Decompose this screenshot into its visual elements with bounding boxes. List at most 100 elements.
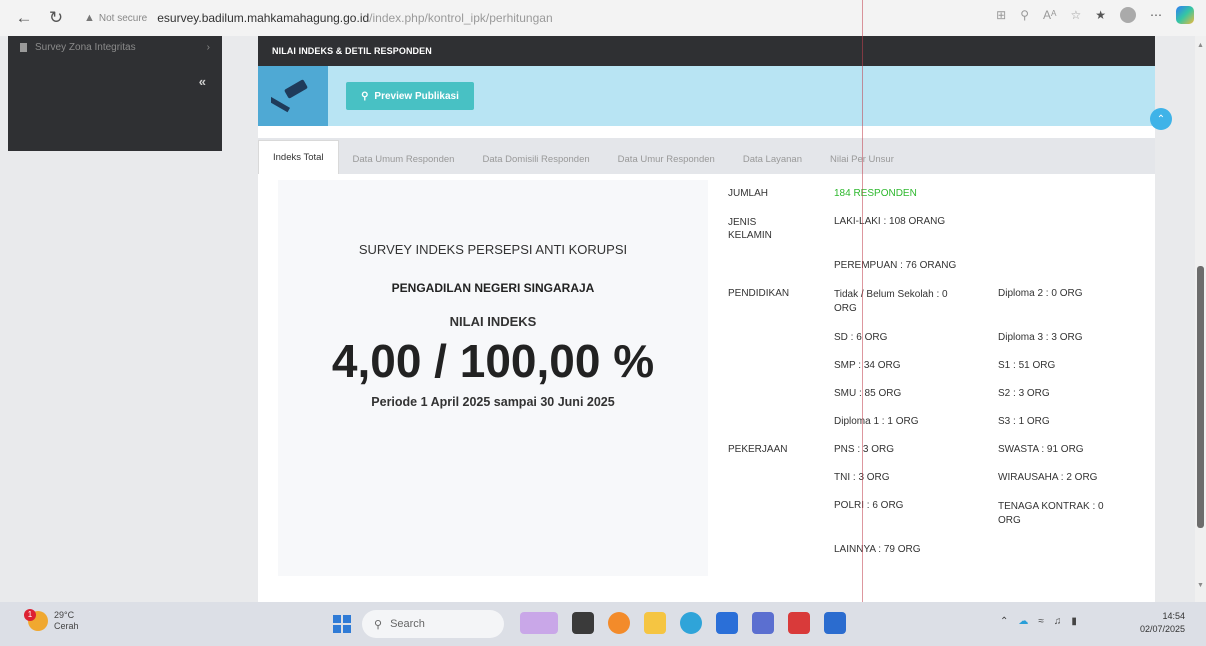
favorite-star-icon[interactable]: ☆ (1070, 8, 1081, 22)
chevron-right-icon: › (206, 42, 210, 53)
read-aloud-icon[interactable]: Aᴬ (1043, 8, 1056, 22)
pinned-apps (520, 612, 846, 634)
pendidikan-item: SMU : 85 ORG (834, 388, 902, 399)
file-explorer-icon[interactable] (644, 612, 666, 634)
publication-banner: ⚲ Preview Publikasi (258, 66, 1155, 126)
system-clock[interactable]: 14:54 02/07/2025 (1140, 610, 1185, 636)
store-icon[interactable] (716, 612, 738, 634)
pekerjaan-item: SWASTA : 91 ORG (998, 444, 1084, 455)
browser-toolbar: ← ↻ ▲ Not secure esurvey.badilum.mahkama… (0, 0, 1206, 36)
court-name: PENGADILAN NEGERI SINGARAJA (391, 281, 595, 295)
url-path: /index.php/kontrol_ipk/perhitungan (369, 11, 553, 25)
browser-actions: ⊞ ⚲ Aᴬ ☆ ★ ⋯ (996, 6, 1194, 24)
pekerjaan-item: TENAGA KONTRAK : 0 ORG (998, 501, 1104, 526)
pendidikan-item: S3 : 1 ORG (998, 416, 1050, 427)
photos-icon[interactable] (752, 612, 774, 634)
search-placeholder: Search (390, 618, 425, 630)
laki-laki-count: LAKI-LAKI : 108 ORANG (834, 216, 946, 227)
pekerjaan-item: LAINNYA : 79 ORG (834, 544, 921, 555)
refresh-icon[interactable]: ↻ (44, 6, 68, 30)
pendidikan-item: SD : 6 ORG (834, 332, 888, 343)
search-icon: ⚲ (374, 618, 383, 631)
tab-data-domisili-responden[interactable]: Data Domisili Responden (468, 144, 603, 174)
notification-badge: 1 (24, 609, 36, 621)
sidebar: Survey Zona Integritas › « (8, 36, 222, 151)
pekerjaan-item: WIRAUSAHA : 2 ORG (998, 472, 1098, 483)
page-body: Survey Zona Integritas › « NILAI INDEKS … (0, 36, 1206, 602)
onedrive-icon[interactable]: ☁ (1018, 616, 1028, 627)
battery-icon[interactable]: ▮ (1071, 616, 1077, 627)
taskbar-search[interactable]: ⚲ Search (362, 610, 504, 638)
clock-time: 14:54 (1162, 611, 1186, 621)
preview-label: Preview Publikasi (374, 90, 459, 102)
wifi-icon[interactable]: ≈ (1038, 616, 1044, 627)
pekerjaan-item: POLRI : 6 ORG (834, 500, 904, 511)
gavel-icon (258, 66, 328, 126)
survey-period: Periode 1 April 2025 sampai 30 Juni 2025 (371, 395, 615, 409)
zoom-icon[interactable]: ⚲ (1020, 8, 1029, 22)
panel-title: NILAI INDEKS & DETIL RESPONDEN (258, 36, 1155, 66)
preview-publication-button[interactable]: ⚲ Preview Publikasi (346, 82, 474, 110)
weather-widget[interactable]: 1 29°C Cerah (24, 609, 79, 632)
weather-condition: Cerah (54, 621, 79, 631)
scrollbar-thumb[interactable] (1197, 266, 1204, 528)
vertical-overlay-line (862, 0, 863, 602)
sidebar-item-label: Survey Zona Integritas (35, 42, 136, 53)
sidebar-item-survey-zona-integritas[interactable]: Survey Zona Integritas › (8, 36, 222, 59)
pendidikan-item: Diploma 2 : 0 ORG (998, 288, 1083, 299)
copilot-app-icon[interactable] (608, 612, 630, 634)
index-label: NILAI INDEKS (449, 314, 537, 329)
search-icon: ⚲ (361, 90, 369, 102)
main-panel: NILAI INDEKS & DETIL RESPONDEN ⚲ Preview… (258, 36, 1155, 602)
scroll-to-top-button[interactable]: ⌃ (1150, 108, 1172, 130)
scroll-up-arrow-icon[interactable]: ▲ (1197, 42, 1204, 49)
weather-text: 29°C Cerah (54, 610, 79, 632)
scroll-down-arrow-icon[interactable]: ▼ (1197, 582, 1204, 589)
index-value: 4,00 / 100,00 % (331, 335, 655, 387)
tab-data-umum-responden[interactable]: Data Umum Responden (339, 144, 469, 174)
survey-title: SURVEY INDEKS PERSEPSI ANTI KORUPSI (358, 242, 628, 257)
pendidikan-item: Diploma 1 : 1 ORG (834, 416, 919, 427)
tab-data-umur-responden[interactable]: Data Umur Responden (604, 144, 729, 174)
address-bar[interactable]: ▲ Not secure esurvey.badilum.mahkamahagu… (84, 11, 553, 25)
task-view-icon[interactable] (572, 612, 594, 634)
clock-date: 02/07/2025 (1140, 624, 1186, 634)
url-host: esurvey.badilum.mahkamahagung.go.id (157, 11, 370, 25)
system-tray: ⌃ ☁ ≈ ♫ ▮ (1000, 616, 1077, 627)
temperature: 29°C (54, 610, 75, 620)
edge-browser-icon[interactable] (680, 612, 702, 634)
security-app-icon[interactable] (788, 612, 810, 634)
pekerjaan-label: PEKERJAAN (728, 444, 788, 455)
security-label: Not secure (98, 12, 148, 24)
pendidikan-item: SMP : 34 ORG (834, 360, 901, 371)
volume-icon[interactable]: ♫ (1054, 616, 1062, 627)
pendidikan-item: Tidak / Belum Sekolah : 0 ORG (834, 289, 948, 314)
profile-avatar-icon[interactable] (1120, 7, 1136, 23)
pendidikan-item: Diploma 3 : 3 ORG (998, 332, 1083, 343)
widgets-icon[interactable] (520, 612, 558, 634)
more-menu-icon[interactable]: ⋯ (1150, 8, 1162, 22)
back-arrow-icon[interactable]: ← (12, 6, 36, 30)
pekerjaan-item: PNS : 3 ORG (834, 444, 895, 455)
pendidikan-item: S2 : 3 ORG (998, 388, 1050, 399)
tab-bar: Indeks Total Data Umum Responden Data Do… (258, 138, 1155, 174)
index-card: SURVEY INDEKS PERSEPSI ANTI KORUPSI PENG… (278, 180, 708, 576)
collapse-sidebar-icon[interactable]: « (199, 74, 206, 89)
tab-indeks-total[interactable]: Indeks Total (258, 140, 339, 174)
perempuan-count: PEREMPUAN : 76 ORANG (834, 260, 957, 271)
pendidikan-label: PENDIDIKAN (728, 288, 790, 299)
jumlah-label: JUMLAH (728, 188, 769, 199)
warning-triangle-icon: ▲ (84, 12, 95, 24)
windows-start-icon[interactable] (333, 615, 351, 633)
tab-content: SURVEY INDEKS PERSEPSI ANTI KORUPSI PENG… (258, 174, 1155, 602)
jenis-kelamin-label: JENIS KELAMIN (728, 217, 772, 241)
weather-sun-icon: 1 (24, 609, 48, 631)
document-icon (20, 43, 27, 52)
chevron-up-icon[interactable]: ⌃ (1000, 616, 1008, 627)
taskbar: 1 29°C Cerah ⚲ Search ⌃ ☁ ≈ ♫ ▮ 14:54 02… (0, 602, 1206, 646)
apps-icon[interactable]: ⊞ (996, 8, 1006, 22)
favorites-list-icon[interactable]: ★ (1095, 8, 1106, 22)
copilot-icon[interactable] (1176, 6, 1194, 24)
word-icon[interactable] (824, 612, 846, 634)
tab-data-layanan[interactable]: Data Layanan (729, 144, 816, 174)
